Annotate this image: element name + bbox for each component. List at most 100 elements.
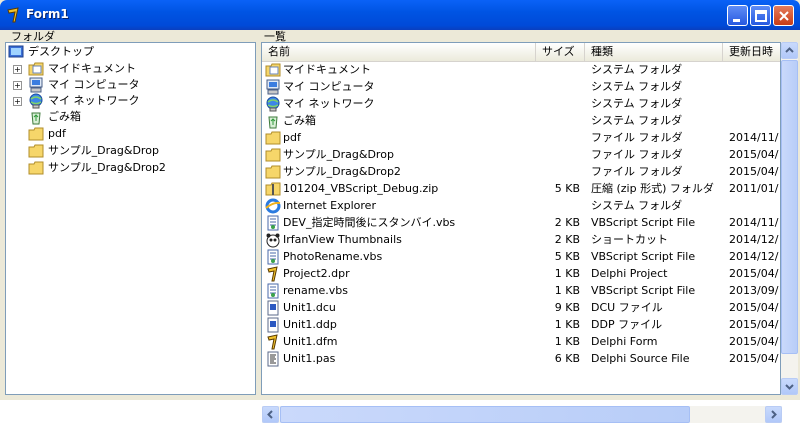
close-button[interactable] (773, 5, 794, 26)
column-header-size[interactable]: サイズ (536, 43, 585, 61)
list-row[interactable]: Unit1.pas 6 KB Delphi Source File 2015/04/ (262, 350, 780, 367)
tree-item-my-network[interactable]: + マイ ネットワーク (8, 93, 248, 109)
cell-modified: 2015/04/ (729, 301, 779, 314)
my-network-icon (29, 93, 43, 109)
cell-name: サンプル_Drag&Drop2 (283, 165, 401, 178)
expand-icon[interactable]: + (13, 81, 22, 90)
cell-modified: 2015/04/ (729, 352, 779, 365)
cell-modified (729, 78, 780, 95)
cell-modified: 2015/04/ (729, 148, 779, 161)
list-row[interactable]: マイドキュメント システム フォルダ (262, 61, 780, 78)
list-row[interactable]: ごみ箱 システム フォルダ (262, 112, 780, 129)
vertical-scroll-thumb[interactable] (781, 60, 798, 354)
list-row[interactable]: Unit1.dcu 9 KB DCU ファイル 2015/04/ (262, 299, 780, 316)
list-row[interactable]: DEV_指定時間後にスタンバイ.vbs 2 KB VBScript Script F… (262, 214, 780, 231)
cell-name: ごみ箱 (283, 114, 316, 127)
tree-item-sample-dragdrop[interactable]: サンプル_Drag&Drop (8, 143, 248, 159)
folder-icon (28, 127, 44, 141)
cell-size: 9 KB (554, 301, 580, 314)
arrow-right-icon (771, 410, 777, 419)
my-documents-icon (28, 62, 44, 76)
tree-item-label: マイ ネットワーク (48, 94, 140, 107)
tree-item-sample-dragdrop2[interactable]: サンプル_Drag&Drop2 (8, 160, 248, 176)
scroll-down-button[interactable] (781, 378, 798, 395)
cell-size (536, 112, 580, 129)
cell-size: 1 KB (554, 318, 580, 331)
cell-size (536, 61, 580, 78)
cell-type: Delphi Form (591, 335, 658, 348)
list-row[interactable]: 101204_VBScript_Debug.zip 5 KB 圧縮 (zip 形式)… (262, 180, 780, 197)
horizontal-scroll-thumb[interactable] (280, 406, 690, 423)
cell-modified: 2015/04/ (729, 318, 779, 331)
scroll-up-button[interactable] (781, 42, 798, 59)
tree-item-my-documents[interactable]: + マイドキュメント (8, 61, 248, 77)
list-row[interactable]: マイ ネットワーク システム フォルダ (262, 95, 780, 112)
cell-type: VBScript Script File (591, 216, 696, 229)
list-row[interactable]: IrfanView Thumbnails 2 KB ショートカット 2014/12/ (262, 231, 780, 248)
cell-type: DCU ファイル (591, 301, 663, 314)
cell-name: Unit1.dfm (283, 335, 338, 348)
arrow-up-icon (785, 47, 794, 53)
folder-icon (265, 165, 281, 179)
list-row[interactable]: Project2.dpr 1 KB Delphi Project 2015/04/ (262, 265, 780, 282)
expand-icon[interactable]: + (13, 65, 22, 74)
scroll-left-button[interactable] (262, 406, 279, 423)
list-row[interactable]: サンプル_Drag&Drop ファイル フォルダ 2015/04/ (262, 146, 780, 163)
expand-icon[interactable]: + (13, 97, 22, 106)
list-row[interactable]: Unit1.ddp 1 KB DDP ファイル 2015/04/ (262, 316, 780, 333)
maximize-button[interactable] (750, 5, 771, 26)
tree-item-desktop[interactable]: デスクトップ (8, 44, 248, 60)
cell-modified (729, 197, 780, 214)
client-area: フォルダ 一覧 デスクトップ + マイドキュメント + マイ コンピュータ + … (3, 30, 798, 423)
cell-type: ファイル フォルダ (591, 148, 683, 161)
cell-type: VBScript Script File (591, 284, 696, 297)
horizontal-scrollbar[interactable] (262, 406, 782, 423)
cell-modified (729, 112, 780, 129)
main-window: Form1 フォルダ 一覧 デスクトップ + マイドキュメント + マイ コンピ… (0, 0, 800, 423)
vertical-scrollbar[interactable] (781, 42, 798, 395)
arrow-down-icon (785, 384, 794, 390)
cell-name: サンプル_Drag&Drop (283, 148, 394, 161)
column-header-modified[interactable]: 更新日時 (723, 43, 780, 61)
cell-type: システム フォルダ (591, 114, 683, 127)
window-title: Form1 (26, 7, 69, 21)
column-header-type[interactable]: 種類 (585, 43, 723, 61)
list-header: 名前 サイズ 種類 更新日時 (262, 43, 780, 62)
list-row[interactable]: Internet Explorer システム フォルダ (262, 197, 780, 214)
my-computer-icon (29, 77, 43, 93)
scroll-right-button[interactable] (765, 406, 782, 423)
cell-name: rename.vbs (283, 284, 348, 297)
minimize-button[interactable] (727, 5, 748, 26)
folder-tree[interactable]: デスクトップ + マイドキュメント + マイ コンピュータ + マイ ネットワー… (5, 42, 256, 395)
my-documents-icon (265, 63, 281, 77)
cell-size (536, 95, 580, 112)
column-header-name[interactable]: 名前 (262, 43, 536, 61)
list-row[interactable]: サンプル_Drag&Drop2 ファイル フォルダ 2015/04/ (262, 163, 780, 180)
list-row[interactable]: マイ コンピュータ システム フォルダ (262, 78, 780, 95)
tree-item-my-computer[interactable]: + マイ コンピュータ (8, 77, 248, 93)
cell-size: 5 KB (554, 250, 580, 263)
cell-size (536, 163, 580, 180)
cell-name: Unit1.pas (283, 352, 336, 365)
cell-modified: 2013/09/ (729, 284, 779, 297)
folder-icon (28, 144, 44, 158)
cell-modified: 2015/04/ (729, 335, 779, 348)
cell-size: 6 KB (554, 352, 580, 365)
list-row[interactable]: pdf ファイル フォルダ 2014/11/ (262, 129, 780, 146)
arrow-left-icon (267, 410, 273, 419)
list-row[interactable]: Unit1.dfm 1 KB Delphi Form 2015/04/ (262, 333, 780, 350)
delphi-icon (267, 334, 278, 350)
title-bar[interactable]: Form1 (0, 0, 800, 30)
cell-modified: 2014/12/ (729, 250, 779, 263)
tree-item-label: サンプル_Drag&Drop2 (48, 161, 166, 174)
cell-modified: 2014/12/ (729, 233, 779, 246)
tree-item-pdf[interactable]: pdf (8, 126, 248, 142)
list-row[interactable]: PhotoRename.vbs 5 KB VBScript Script File 2… (262, 248, 780, 265)
list-row[interactable]: rename.vbs 1 KB VBScript Script File 2013/0… (262, 282, 780, 299)
file-list[interactable]: 名前 サイズ 種類 更新日時 マイドキュメント システム フォルダ マイ コンピュー… (261, 42, 781, 395)
file-icon (267, 317, 279, 333)
tree-item-recycle-bin[interactable]: ごみ箱 (8, 109, 248, 125)
cell-name: Unit1.dcu (283, 301, 336, 314)
cell-type: Delphi Project (591, 267, 668, 280)
script-icon (267, 215, 279, 231)
